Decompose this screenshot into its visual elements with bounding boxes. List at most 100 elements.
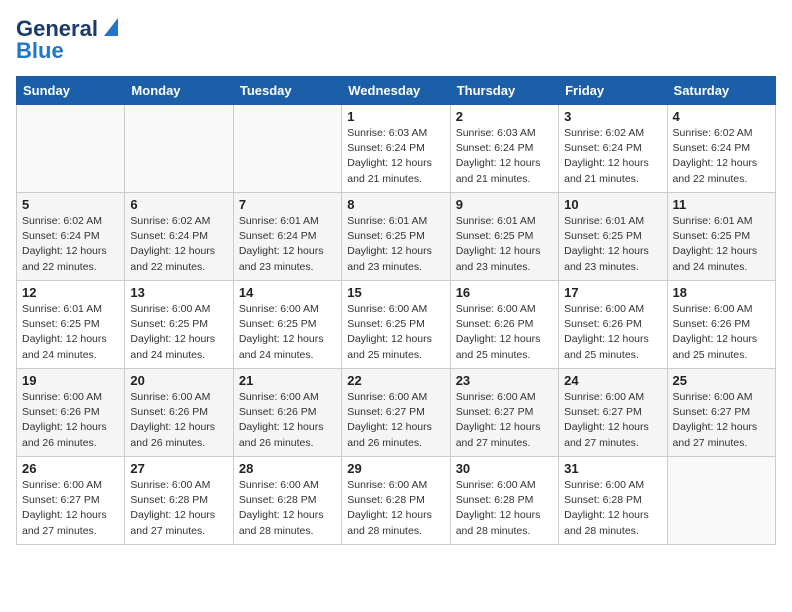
calendar-week-row: 26 Sunrise: 6:00 AMSunset: 6:27 PMDayligh… [17, 457, 776, 545]
day-details: Sunrise: 6:01 AMSunset: 6:25 PMDaylight:… [347, 214, 444, 275]
calendar-day-17: 17 Sunrise: 6:00 AMSunset: 6:26 PMDayligh… [559, 281, 667, 369]
calendar-empty-cell [17, 105, 125, 193]
day-details: Sunrise: 6:00 AMSunset: 6:26 PMDaylight:… [456, 302, 553, 363]
calendar-day-6: 6 Sunrise: 6:02 AMSunset: 6:24 PMDaylight… [125, 193, 233, 281]
day-details: Sunrise: 6:00 AMSunset: 6:28 PMDaylight:… [347, 478, 444, 539]
header-day-tuesday: Tuesday [233, 77, 341, 105]
calendar-day-3: 3 Sunrise: 6:02 AMSunset: 6:24 PMDaylight… [559, 105, 667, 193]
day-details: Sunrise: 6:02 AMSunset: 6:24 PMDaylight:… [22, 214, 119, 275]
day-number: 13 [130, 285, 227, 300]
calendar-empty-cell [125, 105, 233, 193]
day-number: 11 [673, 197, 770, 212]
day-number: 7 [239, 197, 336, 212]
day-number: 19 [22, 373, 119, 388]
day-details: Sunrise: 6:02 AMSunset: 6:24 PMDaylight:… [130, 214, 227, 275]
day-details: Sunrise: 6:01 AMSunset: 6:25 PMDaylight:… [22, 302, 119, 363]
header-day-wednesday: Wednesday [342, 77, 450, 105]
calendar-day-21: 21 Sunrise: 6:00 AMSunset: 6:26 PMDayligh… [233, 369, 341, 457]
day-number: 24 [564, 373, 661, 388]
day-number: 17 [564, 285, 661, 300]
calendar-day-19: 19 Sunrise: 6:00 AMSunset: 6:26 PMDayligh… [17, 369, 125, 457]
day-details: Sunrise: 6:00 AMSunset: 6:27 PMDaylight:… [22, 478, 119, 539]
day-number: 6 [130, 197, 227, 212]
day-number: 4 [673, 109, 770, 124]
day-number: 14 [239, 285, 336, 300]
day-number: 16 [456, 285, 553, 300]
calendar-day-5: 5 Sunrise: 6:02 AMSunset: 6:24 PMDaylight… [17, 193, 125, 281]
logo: General Blue [16, 16, 118, 64]
calendar-empty-cell [233, 105, 341, 193]
calendar-day-13: 13 Sunrise: 6:00 AMSunset: 6:25 PMDayligh… [125, 281, 233, 369]
calendar-day-31: 31 Sunrise: 6:00 AMSunset: 6:28 PMDayligh… [559, 457, 667, 545]
calendar-empty-cell [667, 457, 775, 545]
calendar-day-25: 25 Sunrise: 6:00 AMSunset: 6:27 PMDayligh… [667, 369, 775, 457]
logo-blue: Blue [16, 38, 64, 64]
calendar-day-24: 24 Sunrise: 6:00 AMSunset: 6:27 PMDayligh… [559, 369, 667, 457]
day-details: Sunrise: 6:03 AMSunset: 6:24 PMDaylight:… [456, 126, 553, 187]
header-day-friday: Friday [559, 77, 667, 105]
day-details: Sunrise: 6:00 AMSunset: 6:26 PMDaylight:… [673, 302, 770, 363]
calendar-week-row: 19 Sunrise: 6:00 AMSunset: 6:26 PMDayligh… [17, 369, 776, 457]
logo-icon [100, 18, 118, 36]
calendar-table: SundayMondayTuesdayWednesdayThursdayFrid… [16, 76, 776, 545]
calendar-day-16: 16 Sunrise: 6:00 AMSunset: 6:26 PMDayligh… [450, 281, 558, 369]
header-day-thursday: Thursday [450, 77, 558, 105]
day-details: Sunrise: 6:00 AMSunset: 6:27 PMDaylight:… [673, 390, 770, 451]
day-number: 10 [564, 197, 661, 212]
calendar-day-9: 9Sunrise: 6:01 AMSunset: 6:25 PMDaylight… [450, 193, 558, 281]
day-number: 12 [22, 285, 119, 300]
day-details: Sunrise: 6:00 AMSunset: 6:28 PMDaylight:… [564, 478, 661, 539]
header-day-saturday: Saturday [667, 77, 775, 105]
day-number: 2 [456, 109, 553, 124]
calendar-day-12: 12 Sunrise: 6:01 AMSunset: 6:25 PMDayligh… [17, 281, 125, 369]
day-number: 22 [347, 373, 444, 388]
day-number: 29 [347, 461, 444, 476]
header-day-sunday: Sunday [17, 77, 125, 105]
day-number: 27 [130, 461, 227, 476]
calendar-day-26: 26 Sunrise: 6:00 AMSunset: 6:27 PMDayligh… [17, 457, 125, 545]
calendar-header-row: SundayMondayTuesdayWednesdayThursdayFrid… [17, 77, 776, 105]
calendar-day-11: 11Sunrise: 6:01 AMSunset: 6:25 PMDayligh… [667, 193, 775, 281]
day-details: Sunrise: 6:00 AMSunset: 6:26 PMDaylight:… [22, 390, 119, 451]
day-number: 5 [22, 197, 119, 212]
calendar-day-15: 15 Sunrise: 6:00 AMSunset: 6:25 PMDayligh… [342, 281, 450, 369]
day-number: 31 [564, 461, 661, 476]
calendar-week-row: 1Sunrise: 6:03 AMSunset: 6:24 PMDaylight… [17, 105, 776, 193]
header-day-monday: Monday [125, 77, 233, 105]
day-number: 9 [456, 197, 553, 212]
header: General Blue [16, 16, 776, 64]
calendar-day-8: 8 Sunrise: 6:01 AMSunset: 6:25 PMDaylight… [342, 193, 450, 281]
day-details: Sunrise: 6:00 AMSunset: 6:28 PMDaylight:… [456, 478, 553, 539]
day-details: Sunrise: 6:00 AMSunset: 6:25 PMDaylight:… [130, 302, 227, 363]
day-details: Sunrise: 6:00 AMSunset: 6:26 PMDaylight:… [130, 390, 227, 451]
calendar-day-23: 23Sunrise: 6:00 AMSunset: 6:27 PMDayligh… [450, 369, 558, 457]
day-details: Sunrise: 6:00 AMSunset: 6:27 PMDaylight:… [347, 390, 444, 451]
day-number: 28 [239, 461, 336, 476]
calendar-day-27: 27 Sunrise: 6:00 AMSunset: 6:28 PMDayligh… [125, 457, 233, 545]
day-details: Sunrise: 6:00 AMSunset: 6:26 PMDaylight:… [239, 390, 336, 451]
calendar-day-18: 18 Sunrise: 6:00 AMSunset: 6:26 PMDayligh… [667, 281, 775, 369]
day-details: Sunrise: 6:02 AMSunset: 6:24 PMDaylight:… [564, 126, 661, 187]
calendar-day-4: 4Sunrise: 6:02 AMSunset: 6:24 PMDaylight… [667, 105, 775, 193]
day-details: Sunrise: 6:00 AMSunset: 6:26 PMDaylight:… [564, 302, 661, 363]
day-details: Sunrise: 6:00 AMSunset: 6:25 PMDaylight:… [239, 302, 336, 363]
calendar-week-row: 12 Sunrise: 6:01 AMSunset: 6:25 PMDayligh… [17, 281, 776, 369]
calendar-day-28: 28 Sunrise: 6:00 AMSunset: 6:28 PMDayligh… [233, 457, 341, 545]
calendar-day-22: 22 Sunrise: 6:00 AMSunset: 6:27 PMDayligh… [342, 369, 450, 457]
day-number: 25 [673, 373, 770, 388]
day-details: Sunrise: 6:00 AMSunset: 6:28 PMDaylight:… [130, 478, 227, 539]
day-details: Sunrise: 6:00 AMSunset: 6:25 PMDaylight:… [347, 302, 444, 363]
day-details: Sunrise: 6:00 AMSunset: 6:27 PMDaylight:… [456, 390, 553, 451]
day-number: 3 [564, 109, 661, 124]
day-details: Sunrise: 6:01 AMSunset: 6:25 PMDaylight:… [564, 214, 661, 275]
day-details: Sunrise: 6:00 AMSunset: 6:28 PMDaylight:… [239, 478, 336, 539]
day-details: Sunrise: 6:01 AMSunset: 6:24 PMDaylight:… [239, 214, 336, 275]
calendar-day-14: 14 Sunrise: 6:00 AMSunset: 6:25 PMDayligh… [233, 281, 341, 369]
day-details: Sunrise: 6:00 AMSunset: 6:27 PMDaylight:… [564, 390, 661, 451]
day-number: 21 [239, 373, 336, 388]
day-number: 18 [673, 285, 770, 300]
day-number: 15 [347, 285, 444, 300]
day-number: 26 [22, 461, 119, 476]
day-number: 8 [347, 197, 444, 212]
calendar-day-7: 7 Sunrise: 6:01 AMSunset: 6:24 PMDaylight… [233, 193, 341, 281]
